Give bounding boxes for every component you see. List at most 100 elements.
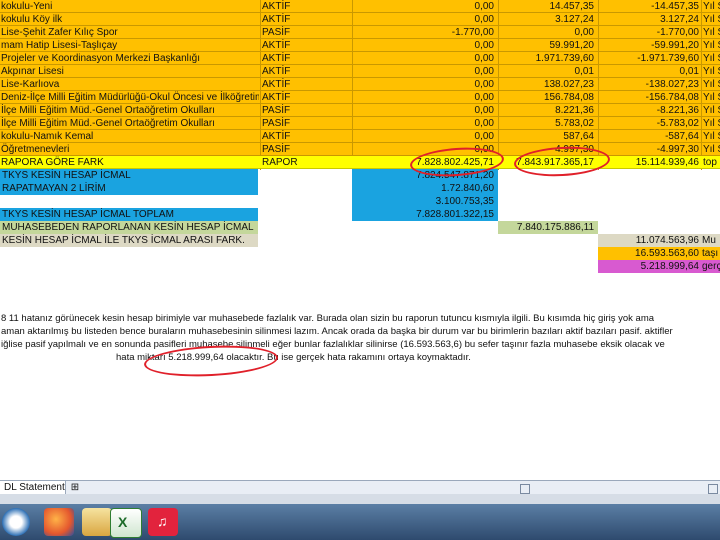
rapor-row[interactable]: RAPORA GÖRE FARK RAPOR 7.828.802.425,71 … (0, 156, 720, 169)
value-2-cell: 5.783,02 (555, 118, 594, 129)
value-3-cell: -156.784,08 (645, 92, 699, 103)
table-row[interactable]: Lise-Şehit Zafer Kılıç Spor PASİF -1.770,0… (0, 26, 720, 39)
value-1-cell: 0,00 (474, 53, 494, 64)
unit-name-cell: kokulu-Yeni (1, 1, 53, 12)
scroll-left-icon[interactable] (520, 484, 530, 494)
status-cell: AKTİF (262, 14, 291, 25)
table-row[interactable]: kokulu Köy ilk AKTİF 0,00 3.127,24 3.127,24 Y… (0, 13, 720, 26)
value-4-cell: Yıl S (703, 53, 720, 64)
value-1-cell: 0,00 (474, 92, 494, 103)
unit-name-cell: Öğretmenevleri (1, 144, 70, 155)
table-row[interactable]: Akpınar Lisesi AKTİF 0,00 0,01 0,01 Yıl S (0, 65, 720, 78)
value-3-cell: -1.770,00 (656, 27, 699, 38)
itunes-icon[interactable]: ♫ (148, 508, 178, 536)
scroll-right-icon[interactable] (708, 484, 718, 494)
status-cell: PASİF (262, 144, 291, 155)
value-2-cell: 59.991,20 (549, 40, 595, 51)
status-cell: AKTİF (262, 53, 291, 64)
tkys-icmal-label: TKYS KESİN HESAP İCMAL (2, 170, 131, 181)
value-3-cell: -59.991,20 (651, 40, 699, 51)
column-divider (598, 0, 599, 170)
rapor-value-3: 15.114.939,46 (635, 157, 699, 168)
unit-name-cell: Projeler ve Koordinasyon Merkezi Başkanl… (1, 53, 200, 64)
right-2-value: 16.593.563,60 (635, 248, 699, 259)
value-2-cell: 0,01 (574, 66, 594, 77)
value-2-cell: 156.784,08 (543, 92, 594, 103)
value-1-cell: 0,00 (474, 1, 494, 12)
column-divider (260, 0, 261, 170)
status-cell: PASİF (262, 27, 291, 38)
unit-name-cell: İlçe Milli Eğitim Müd.-Genel Ortaöğretim… (1, 118, 215, 129)
note-line-2: aman aktarılmış bu listeden bence burala… (1, 326, 673, 337)
table-row[interactable]: Öğretmenevleri PASİF 0,00 4.997,30 -4.997,30… (0, 143, 720, 156)
table-row[interactable]: İlçe Milli Eğitim Müd.-Genel Ortaöğretim… (0, 117, 720, 130)
column-divider (701, 0, 702, 170)
value-1-cell: 0,00 (474, 118, 494, 129)
value-3-cell: -138.027,23 (645, 79, 699, 90)
unit-name-cell: kokulu Köy ilk (1, 14, 63, 25)
status-cell: AKTİF (262, 79, 291, 90)
new-sheet-icon[interactable]: ⊞ (68, 481, 82, 495)
value-1-cell: 0,00 (474, 14, 494, 25)
value-2-cell: 138.027,23 (543, 79, 594, 90)
value-1-cell: -1.770,00 (451, 27, 494, 38)
extra-value: 3.100.753,35 (435, 196, 494, 207)
value-1-cell: 0,00 (474, 40, 494, 51)
right-3-text: gerç (702, 261, 720, 272)
rapatmayan-label: RAPATMAYAN 2 LİRİM (2, 183, 106, 194)
table-row[interactable]: İlçe Milli Eğitim Müd.-Genel Ortaöğretim… (0, 104, 720, 117)
unit-name-cell: kokulu-Namık Kemal (1, 131, 94, 142)
value-3-cell: -14.457,35 (651, 1, 699, 12)
unit-name-cell: Deniz-İlçe Milli Eğitim Müdürlüğü-Okul Ö… (1, 92, 259, 103)
outlook-icon[interactable] (82, 508, 112, 536)
value-4-cell: Yıl S (703, 66, 720, 77)
fark-label: KESİN HESAP İCMAL İLE TKYS İCMAL ARASI F… (2, 235, 245, 246)
muhasebe-value: 7.840.175.886,11 (516, 222, 594, 233)
table-row[interactable]: Deniz-İlçe Milli Eğitim Müdürlüğü-Okul Ö… (0, 91, 720, 104)
tkys-total-label: TKYS KESİN HESAP İCMAL TOPLAM (2, 209, 174, 220)
value-4-cell: Yıl S (703, 131, 720, 142)
sheet-tab[interactable]: DL Statement (0, 481, 66, 495)
status-cell: AKTİF (262, 92, 291, 103)
value-3-cell: -587,64 (665, 131, 699, 142)
rapor-status: RAPOR (262, 157, 298, 168)
table-row[interactable]: Lise-Karlıova AKTİF 0,00 138.027,23 -138.027… (0, 78, 720, 91)
right-1-value: 11.074.563,96 (635, 235, 699, 246)
value-4-cell: Yıl S (703, 27, 720, 38)
right-3-value: 5.218.999,64 (640, 261, 699, 272)
value-2-cell: 8.221,36 (555, 105, 594, 116)
table-row[interactable]: kokulu-Yeni AKTİF 0,00 14.457,35 -14.457,35 Y… (0, 0, 720, 13)
value-4-cell: Yıl S (703, 1, 720, 12)
status-cell: AKTİF (262, 40, 291, 51)
value-3-cell: -5.783,02 (656, 118, 699, 129)
value-4-cell: Yıl S (703, 144, 720, 155)
sheet-tab-bar: DL Statement ⊞ (0, 480, 720, 495)
rapor-label: RAPORA GÖRE FARK (1, 157, 104, 168)
value-3-cell: 3.127,24 (660, 14, 699, 25)
value-1-cell: 0,00 (474, 105, 494, 116)
windows-taskbar: X ♫ (0, 504, 720, 540)
unit-name-cell: İlçe Milli Eğitim Müd.-Genel Ortaöğretim… (1, 105, 215, 116)
value-4-cell: Yıl S (703, 92, 720, 103)
value-3-cell: 0,01 (679, 66, 699, 77)
table-row[interactable]: mam Hatip Lisesi-Taşlıçay AKTİF 0,00 59.991… (0, 39, 720, 52)
tkys-total-value: 7.828.801.322,15 (416, 209, 494, 220)
unit-name-cell: Lise-Şehit Zafer Kılıç Spor (1, 27, 118, 38)
start-icon[interactable] (2, 508, 30, 536)
column-divider (498, 0, 499, 170)
table-row[interactable]: kokulu-Namık Kemal AKTİF 0,00 587,64 -587,64… (0, 130, 720, 143)
value-4-cell: Yıl S (703, 79, 720, 90)
spreadsheet-grid[interactable]: kokulu-Yeni AKTİF 0,00 14.457,35 -14.457,35 Y… (0, 0, 720, 480)
value-2-cell: 587,64 (563, 131, 594, 142)
firefox-icon[interactable] (44, 508, 74, 536)
rapor-value-4: top (703, 157, 717, 168)
excel-icon[interactable]: X (110, 508, 142, 538)
table-row[interactable]: Projeler ve Koordinasyon Merkezi Başkanl… (0, 52, 720, 65)
value-4-cell: Yıl S (703, 14, 720, 25)
value-4-cell: Yıl S (703, 40, 720, 51)
value-3-cell: -8.221,36 (656, 105, 699, 116)
value-1-cell: 0,00 (474, 66, 494, 77)
unit-name-cell: Lise-Karlıova (1, 79, 60, 90)
muhasebe-label: MUHASEBEDEN RAPORLANAN KESİN HESAP İCMAL (2, 222, 254, 233)
unit-name-cell: Akpınar Lisesi (1, 66, 64, 77)
